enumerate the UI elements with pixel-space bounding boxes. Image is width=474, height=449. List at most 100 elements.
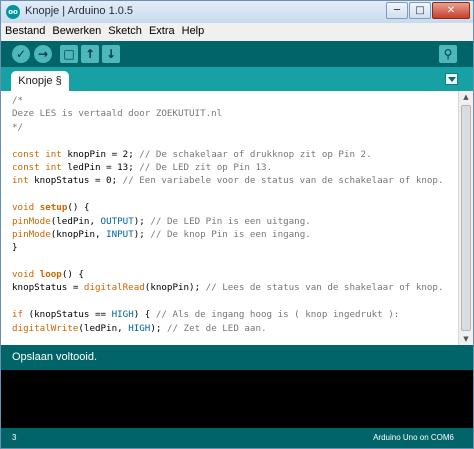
code-line[interactable]: void loop() { <box>12 268 457 281</box>
menu-bar: Bestand Bewerken Sketch Extra Help <box>1 23 473 41</box>
code-token: (knopPin); <box>144 282 206 294</box>
verify-button[interactable]: ✓ <box>12 45 30 63</box>
code-line[interactable]: const int ledPin = 13; // De LED zit op … <box>12 161 457 174</box>
tab-bar: Knopje § <box>1 67 473 91</box>
code-token: () { <box>61 269 84 281</box>
code-token: HIGH <box>111 309 134 321</box>
code-token: (knopPin, <box>50 228 107 240</box>
code-token: knopStatus = <box>12 282 84 294</box>
status-message: Opslaan voltooid. <box>12 351 97 363</box>
code-token: ledPin = 13; <box>61 161 140 173</box>
code-line[interactable]: int knopStatus = 0; // Een variabele voo… <box>12 174 457 187</box>
code-token: () { <box>67 202 90 214</box>
code-token: /* <box>12 95 24 106</box>
code-token: Deze LES is vertaald door ZOEKUTUIT.nl <box>12 108 223 120</box>
code-token: ); <box>133 215 151 227</box>
ide-window: oo Knopje | Arduino 1.0.5 ─ □ ✕ Bestand B… <box>0 0 474 449</box>
code-token: int <box>12 175 29 187</box>
code-token: int <box>45 161 62 173</box>
arduino-logo-icon: oo <box>6 5 20 19</box>
code-line[interactable]: const int knopPin = 2; // De schakelaar … <box>12 148 457 161</box>
code-token: const <box>12 161 40 173</box>
code-token: digitalWrite <box>12 322 79 334</box>
checkmark-icon: ✓ <box>15 47 27 61</box>
code-token: ); <box>133 228 151 240</box>
code-token: */ <box>12 121 24 133</box>
console-output[interactable] <box>1 370 473 428</box>
code-token: pinMode <box>12 228 51 240</box>
save-sketch-button[interactable]: ↓ <box>102 45 120 63</box>
code-line[interactable]: digitalWrite(ledPin, HIGH); // Zet de LE… <box>12 322 457 335</box>
tab-knopje[interactable]: Knopje § <box>11 71 69 91</box>
code-token: digitalRead <box>83 282 145 294</box>
code-token: loop <box>39 269 62 281</box>
code-line[interactable]: pinMode(knopPin, INPUT); // De knop Pin … <box>12 228 457 241</box>
open-sketch-button[interactable]: ↑ <box>81 45 99 63</box>
code-line[interactable]: */ <box>12 121 457 134</box>
code-token: // Lees de status van de shakelaar of kn… <box>205 282 444 294</box>
scroll-thumb[interactable] <box>461 105 471 331</box>
menu-sketch[interactable]: Sketch <box>104 23 145 37</box>
code-token: knopStatus = 0; <box>28 175 123 187</box>
title-bar[interactable]: oo Knopje | Arduino 1.0.5 ─ □ ✕ <box>1 1 473 23</box>
code-line[interactable]: } <box>12 241 457 254</box>
menu-help[interactable]: Help <box>178 23 208 37</box>
code-line[interactable] <box>12 255 457 268</box>
code-line[interactable] <box>12 188 457 201</box>
tab-menu-dropdown[interactable] <box>445 73 458 85</box>
code-token: OUTPUT <box>100 215 134 227</box>
code-line[interactable]: pinMode(ledPin, OUTPUT); // De LED Pin i… <box>12 215 457 228</box>
line-number: 3 <box>12 433 17 442</box>
upload-button[interactable]: → <box>34 45 52 63</box>
code-token: // Zet de LED aan. <box>166 322 267 334</box>
close-button[interactable]: ✕ <box>432 2 470 19</box>
menu-extra[interactable]: Extra <box>145 23 178 37</box>
code-line[interactable] <box>12 295 457 308</box>
code-line[interactable]: if (knopStatus == HIGH) { // Als de inga… <box>12 308 457 321</box>
minimize-button[interactable]: ─ <box>386 2 408 19</box>
arrow-right-icon: → <box>37 47 49 61</box>
code-token: int <box>45 148 62 160</box>
window-controls: ─ □ ✕ <box>385 2 470 20</box>
board-port-label: Arduino Uno on COM6 <box>373 433 454 442</box>
code-token: (knopStatus == <box>23 309 112 321</box>
status-bar: Opslaan voltooid. <box>1 345 473 370</box>
code-token: const <box>12 148 40 160</box>
code-token: // Een variabele voor de status van de s… <box>122 175 444 187</box>
new-file-icon: □ <box>63 47 75 61</box>
code-line[interactable] <box>12 134 457 147</box>
code-editor[interactable]: /* Deze LES is vertaald door ZOEKUTUIT.nl… <box>1 91 473 345</box>
serial-monitor-button[interactable]: ⚲ <box>439 45 457 63</box>
code-line[interactable]: knopStatus = digitalRead(knopPin); // Le… <box>12 281 457 294</box>
code-token: } <box>12 242 18 254</box>
code-line[interactable]: Deze LES is vertaald door ZOEKUTUIT.nl <box>12 107 457 120</box>
code-token: (ledPin, <box>50 215 101 227</box>
code-token: ) { <box>133 309 156 321</box>
code-token: INPUT <box>106 228 134 240</box>
menu-bewerken[interactable]: Bewerken <box>48 23 104 37</box>
scroll-down-icon[interactable]: ▼ <box>461 334 471 344</box>
toolbar: ✓ → □ ↑ ↓ ⚲ <box>1 41 473 67</box>
menu-bestand[interactable]: Bestand <box>1 23 48 37</box>
arrow-up-icon: ↑ <box>84 47 96 61</box>
window-title: Knopje | Arduino 1.0.5 <box>25 5 134 17</box>
magnifier-icon: ⚲ <box>443 47 453 61</box>
code-token: void <box>12 202 35 214</box>
code-line[interactable]: /* <box>12 94 457 107</box>
code-token: // Als de ingang hoog is ( knop ingedruk… <box>155 309 400 321</box>
code-token: HIGH <box>128 322 151 334</box>
code-token: // De LED zit op Pin 13. <box>139 161 273 173</box>
vertical-scrollbar[interactable]: ▲ ▼ <box>458 91 473 345</box>
code-token: pinMode <box>12 215 51 227</box>
new-sketch-button[interactable]: □ <box>60 45 78 63</box>
code-line[interactable]: void setup() { <box>12 201 457 214</box>
code-token: ); <box>150 322 167 334</box>
footer-bar: 3 Arduino Uno on COM6 <box>1 428 473 448</box>
code-text[interactable]: /* Deze LES is vertaald door ZOEKUTUIT.nl… <box>12 94 457 335</box>
arrow-down-icon: ↓ <box>105 47 117 61</box>
maximize-button[interactable]: □ <box>409 2 431 19</box>
code-token: if <box>12 309 24 321</box>
scroll-up-icon[interactable]: ▲ <box>461 92 471 102</box>
code-token: setup <box>39 202 68 214</box>
code-token: // De knop Pin is een ingang. <box>150 228 311 240</box>
